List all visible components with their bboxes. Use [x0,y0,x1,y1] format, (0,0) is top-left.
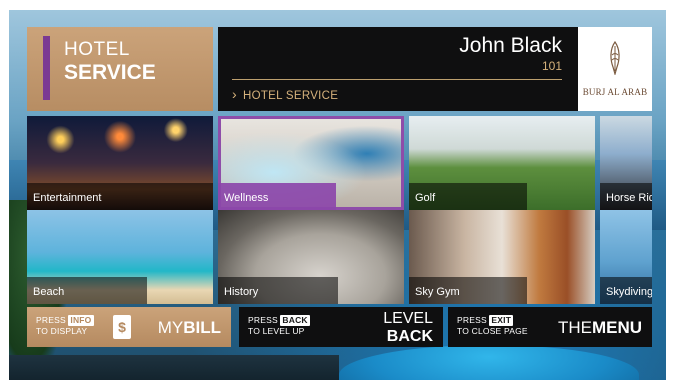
tile-label: Beach [27,277,147,304]
bill-icon: $ [113,315,131,339]
back-hint: PRESS BACK TO LEVEL UP [248,315,310,336]
tile-sky-gym[interactable]: Sky Gym [409,210,595,304]
tile-horse-riding[interactable]: Horse Riding [600,116,652,210]
level-back-label-line2: BACK [386,328,433,345]
tile-wellness[interactable]: Wellness [218,116,404,210]
breadcrumb-label: HOTEL SERVICE [242,90,339,102]
bill-hint: PRESS INFO TO DISPLAY [36,315,94,336]
exit-hint: PRESS EXIT TO CLOSE PAGE [457,315,528,336]
tile-label: Sky Gym [409,277,527,304]
room-number: 101 [541,59,562,73]
accent-bar [43,36,50,100]
tile-skydiving[interactable]: Skydiving [600,210,652,304]
guest-info-panel: John Black 101 › HOTEL SERVICE [218,27,578,111]
guest-name: John Black [459,34,562,57]
tile-entertainment[interactable]: Entertainment [27,116,213,210]
tile-label: Golf [409,183,527,210]
back-key-badge: BACK [280,315,310,326]
tile-label: Skydiving [600,277,652,304]
tile-label: Wellness [218,183,336,210]
tile-golf[interactable]: Golf [409,116,595,210]
chevron-right-icon: › [232,86,237,102]
background-shadow [9,355,339,380]
section-title-tile: HOTEL SERVICE [27,27,213,111]
tile-beach[interactable]: Beach [27,210,213,304]
breadcrumb[interactable]: › HOTEL SERVICE [232,86,338,102]
info-key-badge: INFO [68,315,94,326]
level-back-label-line1: LEVEL [383,310,433,327]
background-pool [339,345,639,380]
sail-logo-icon [610,41,620,75]
section-title-line1: HOTEL [64,39,130,60]
hotel-logo: BURJ AL ARAB [578,27,652,111]
tile-history[interactable]: History [218,210,404,304]
exit-key-badge: EXIT [489,315,514,326]
my-bill-button[interactable]: PRESS INFO TO DISPLAY $ MYBILL [27,307,231,347]
tile-label: Horse Riding [600,183,652,210]
my-bill-label: MYBILL [157,318,221,337]
divider [232,79,562,80]
tile-label: Entertainment [27,183,213,210]
the-menu-button[interactable]: PRESS EXIT TO CLOSE PAGE THEMENU [448,307,652,347]
level-back-button[interactable]: PRESS BACK TO LEVEL UP LEVEL BACK [239,307,443,347]
logo-text: BURJ AL ARAB [582,87,648,97]
section-title-line2: SERVICE [64,61,156,84]
tile-label: History [218,277,338,304]
the-menu-label: THEMENU [557,318,642,337]
